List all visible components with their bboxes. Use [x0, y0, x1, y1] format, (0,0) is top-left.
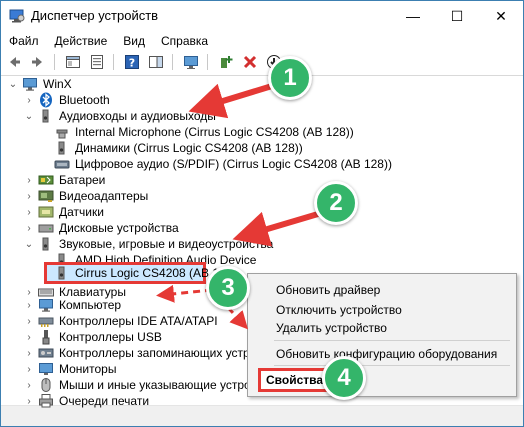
- properties-page-icon[interactable]: [86, 51, 108, 73]
- ctx-update-driver[interactable]: Обновить драйвер: [276, 283, 380, 297]
- menu-help[interactable]: Справка: [153, 31, 216, 51]
- svg-text:?: ?: [129, 57, 135, 70]
- back-arrow-icon[interactable]: [3, 51, 25, 73]
- callout-1: 1: [268, 56, 312, 100]
- chevron-down-icon[interactable]: ⌄: [24, 235, 34, 253]
- menu-view[interactable]: Вид: [115, 31, 153, 51]
- context-menu: Обновить драйвер Отключить устройство Уд…: [247, 273, 517, 397]
- usb-icon: [38, 329, 54, 345]
- chevron-down-icon[interactable]: ⌄: [8, 75, 18, 93]
- printer-icon: [38, 393, 54, 409]
- tree-node-label: Bluetooth: [59, 93, 110, 107]
- window-title: Диспетчер устройств: [31, 8, 159, 23]
- disk-drive-icon: [38, 220, 54, 236]
- callout-3: 3: [206, 266, 250, 310]
- mouse-icon: [38, 377, 54, 393]
- tree-node-label: Компьютер: [59, 298, 122, 312]
- show-hide-tree-icon[interactable]: [62, 51, 84, 73]
- chevron-right-icon[interactable]: ›: [24, 392, 34, 410]
- speaker-icon: [38, 108, 54, 124]
- toolbar-separator: [207, 54, 208, 70]
- maximize-button[interactable]: ☐: [435, 1, 479, 31]
- tree-node-label: Очереди печати: [59, 394, 150, 408]
- tree-node-label: Цифровое аудио (S/PDIF) (Cirrus Logic CS…: [75, 157, 392, 171]
- tree-node-label: Internal Microphone (Cirrus Logic CS4208…: [75, 125, 354, 139]
- tree-node-label: Контроллеры USB: [59, 330, 162, 344]
- tree-node-label: Контроллеры IDE ATA/ATAPI: [59, 314, 218, 328]
- device-manager-app-icon: [9, 9, 25, 23]
- callout-2: 2: [314, 181, 358, 225]
- tree-node-label: Батареи: [59, 173, 106, 187]
- action-pane-icon[interactable]: [145, 51, 167, 73]
- tree-node-label: Динамики (Cirrus Logic CS4208 (AB 128)): [75, 141, 303, 155]
- minimize-button[interactable]: —: [391, 1, 435, 31]
- ctx-scan-hardware[interactable]: Обновить конфигурацию оборудования: [276, 347, 497, 361]
- monitor-icon: [38, 361, 54, 377]
- ctx-properties[interactable]: Свойства: [266, 373, 323, 387]
- tree-node-label: Аудиовходы и аудиовыходы: [59, 109, 216, 123]
- computer-icon: [22, 76, 38, 92]
- monitor-scan-icon[interactable]: [180, 51, 202, 73]
- tree-node-label: Дисковые устройства: [59, 221, 179, 235]
- add-driver-icon[interactable]: [215, 51, 237, 73]
- tree-node-label: Видеоадаптеры: [59, 189, 149, 203]
- microphone-icon: [54, 124, 70, 140]
- ctx-separator: [274, 340, 510, 341]
- display-adapter-icon: [38, 188, 54, 204]
- uninstall-x-icon[interactable]: [239, 51, 261, 73]
- toolbar-separator: [54, 54, 55, 70]
- ctx-disable-device[interactable]: Отключить устройство: [276, 303, 402, 317]
- sensor-icon: [38, 204, 54, 220]
- menu-bar: Файл Действие Вид Справка: [1, 31, 523, 51]
- speaker-icon: [38, 236, 54, 252]
- menu-file[interactable]: Файл: [1, 31, 47, 51]
- speaker-icon: [54, 140, 70, 156]
- digital-audio-icon: [54, 156, 70, 172]
- menu-action[interactable]: Действие: [47, 31, 116, 51]
- toolbar-separator: [113, 54, 114, 70]
- tree-root-label: WinX: [43, 77, 72, 91]
- speaker-icon: [54, 265, 70, 281]
- tree-node-label: Звуковые, игровые и видеоустройства: [59, 237, 274, 251]
- ide-controller-icon: [38, 313, 54, 329]
- tree-node-label: Мониторы: [59, 362, 117, 376]
- help-icon[interactable]: ?: [121, 51, 143, 73]
- ctx-uninstall-device[interactable]: Удалить устройство: [276, 321, 387, 335]
- tree-node-print-queues[interactable]: › Очереди печати: [24, 392, 149, 410]
- forward-arrow-icon[interactable]: [27, 51, 49, 73]
- callout-4: 4: [322, 356, 366, 400]
- toolbar-separator: [172, 54, 173, 70]
- title-bar: Диспетчер устройств — ☐ ✕: [1, 1, 523, 31]
- close-button[interactable]: ✕: [479, 1, 523, 31]
- tree-node-label: Датчики: [59, 205, 104, 219]
- chevron-down-icon[interactable]: ⌄: [24, 107, 34, 125]
- computer-icon: [38, 297, 54, 313]
- storage-controller-icon: [38, 345, 54, 361]
- toolbar: ?: [1, 51, 523, 73]
- bluetooth-icon: [38, 92, 54, 108]
- battery-icon: [38, 172, 54, 188]
- ctx-separator: [274, 365, 510, 366]
